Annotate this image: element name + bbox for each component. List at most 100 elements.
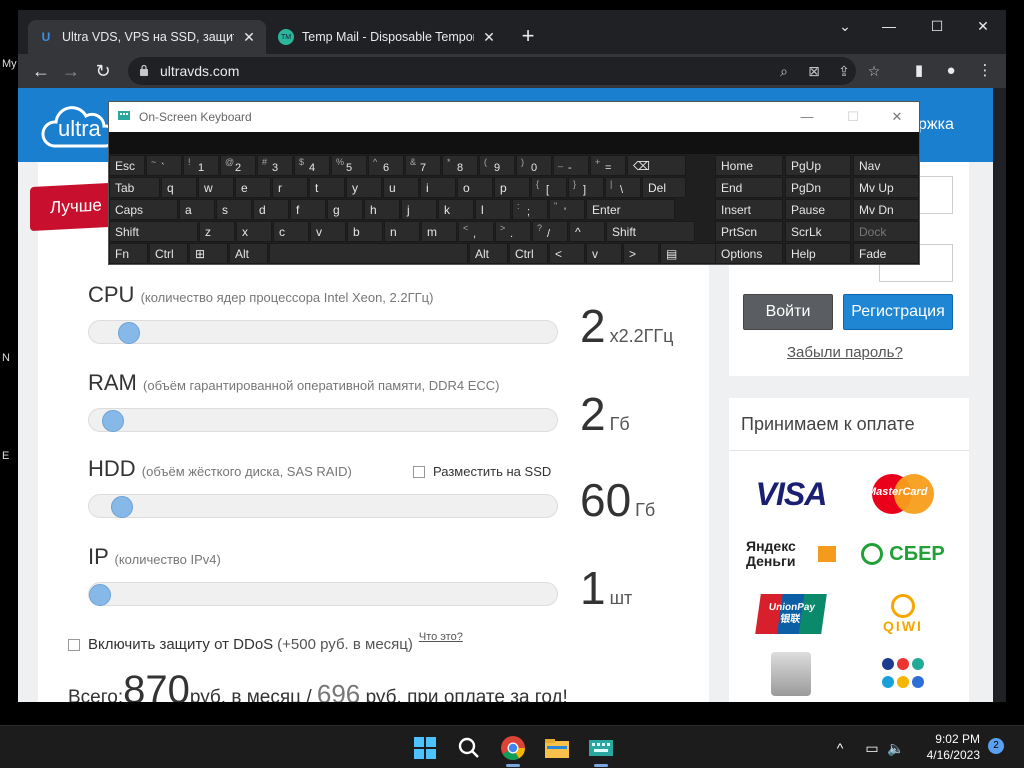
tab-search-chevron-icon[interactable]: ⌄: [830, 14, 860, 38]
back-arrow-icon[interactable]: ←: [28, 58, 54, 84]
osk-key-help[interactable]: Help: [785, 243, 851, 264]
chevron-up-icon[interactable]: ^: [830, 738, 850, 758]
osk-key-symbol[interactable]: | \: [605, 177, 641, 198]
osk-key-shift[interactable]: Shift: [606, 221, 695, 242]
osk-key-1[interactable]: ! 1: [183, 155, 219, 176]
osk-key-v[interactable]: v: [310, 221, 346, 242]
side-panel-icon[interactable]: ▮: [908, 60, 930, 82]
osk-key-symbol[interactable]: {[: [531, 177, 567, 198]
osk-key-v[interactable]: v: [586, 243, 622, 264]
osk-key-home[interactable]: Home: [715, 155, 783, 176]
desktop-icon-label[interactable]: N: [2, 352, 10, 364]
osk-key-pause[interactable]: Pause: [785, 199, 851, 220]
osk-key-scrlk[interactable]: ScrLk: [785, 221, 851, 242]
osk-key-j[interactable]: j: [401, 199, 437, 220]
maximize-icon[interactable]: ☐: [922, 14, 952, 38]
osk-key-ctrl[interactable]: Ctrl: [509, 243, 548, 264]
osk-key-k[interactable]: k: [438, 199, 474, 220]
desktop-icon-label[interactable]: E: [2, 450, 9, 462]
osk-key-r[interactable]: r: [272, 177, 308, 198]
osk-key-q[interactable]: q: [161, 177, 197, 198]
osk-key-shift[interactable]: Shift: [109, 221, 198, 242]
osk-key-symbol[interactable]: _ -: [553, 155, 589, 176]
osk-key-a[interactable]: a: [179, 199, 215, 220]
osk-key-symbol[interactable]: ? /: [532, 221, 568, 242]
desktop-icon-label[interactable]: My: [2, 58, 17, 70]
zoom-search-icon[interactable]: ⌕: [775, 62, 793, 80]
osk-titlebar[interactable]: On-Screen Keyboard — ☐ ✕: [109, 102, 919, 132]
forward-arrow-icon[interactable]: →: [58, 58, 84, 84]
osk-key-options[interactable]: Options: [715, 243, 783, 264]
ddos-checkbox[interactable]: [68, 638, 80, 651]
osk-key-6[interactable]: ^ 6: [368, 155, 404, 176]
osk-key-fade[interactable]: Fade: [853, 243, 919, 264]
translate-icon[interactable]: ⊠: [805, 62, 823, 80]
close-icon[interactable]: ✕: [482, 29, 496, 46]
osk-key-x[interactable]: x: [236, 221, 272, 242]
osk-key-s[interactable]: s: [216, 199, 252, 220]
file-explorer-icon[interactable]: [541, 732, 573, 764]
osk-key-insert[interactable]: Insert: [715, 199, 783, 220]
ip-slider[interactable]: [88, 582, 558, 606]
osk-key-pgdn[interactable]: PgDn: [785, 177, 851, 198]
search-icon[interactable]: [453, 732, 485, 764]
osk-key-prtscn[interactable]: PrtScn: [715, 221, 783, 242]
ddos-info-link[interactable]: Что это?: [419, 631, 463, 643]
share-icon[interactable]: ⇪: [835, 62, 853, 80]
osk-key-symbol[interactable]: [269, 243, 468, 264]
notification-badge[interactable]: 2: [988, 738, 1004, 754]
osk-key-9[interactable]: (9: [479, 155, 515, 176]
ddos-option[interactable]: Включить защиту от DDoS (+500 руб. в мес…: [68, 631, 463, 653]
osk-key-symbol[interactable]: >: [623, 243, 659, 264]
osk-key-alt[interactable]: Alt: [469, 243, 508, 264]
slider-knob[interactable]: [118, 322, 140, 344]
osk-key-3[interactable]: #3: [257, 155, 293, 176]
login-button[interactable]: Войти: [743, 294, 833, 330]
osk-key-symbol[interactable]: ~ `: [146, 155, 182, 176]
slider-knob[interactable]: [89, 584, 111, 606]
ram-slider[interactable]: [88, 408, 558, 432]
window-close-icon[interactable]: ✕: [968, 14, 998, 38]
osk-key-z[interactable]: z: [199, 221, 235, 242]
cpu-slider[interactable]: [88, 320, 558, 344]
osk-maximize-icon[interactable]: ☐: [839, 106, 867, 128]
osk-key-5[interactable]: % 5: [331, 155, 367, 176]
osk-key-p[interactable]: p: [494, 177, 530, 198]
osk-key-del[interactable]: Del: [642, 177, 686, 198]
osk-key-symbol[interactable]: :;: [512, 199, 548, 220]
osk-key-8[interactable]: * 8: [442, 155, 478, 176]
new-tab-plus-icon[interactable]: +: [518, 24, 538, 48]
osk-minimize-icon[interactable]: —: [793, 106, 821, 128]
osk-key-h[interactable]: h: [364, 199, 400, 220]
address-bar[interactable]: ultravds.com ⌕ ⊠ ⇪ ☆: [128, 57, 880, 85]
osk-key-t[interactable]: t: [309, 177, 345, 198]
osk-key-fn[interactable]: Fn: [109, 243, 148, 264]
reload-icon[interactable]: ↻: [90, 58, 116, 84]
osk-key-0[interactable]: ) 0: [516, 155, 552, 176]
slider-knob[interactable]: [111, 496, 133, 518]
osk-key-nav[interactable]: Nav: [853, 155, 919, 176]
osk-key-mv-up[interactable]: Mv Up: [853, 177, 919, 198]
profile-icon[interactable]: ●: [940, 60, 962, 82]
forgot-password-link[interactable]: Забыли пароль?: [787, 344, 903, 361]
osk-key-o[interactable]: o: [457, 177, 493, 198]
osk-key-symbol[interactable]: <: [549, 243, 585, 264]
osk-key-pgup[interactable]: PgUp: [785, 155, 851, 176]
osk-key-l[interactable]: l: [475, 199, 511, 220]
volume-icon[interactable]: 🔈: [886, 738, 906, 758]
osk-key-symbol[interactable]: <,: [458, 221, 494, 242]
checkbox-box[interactable]: [413, 465, 425, 478]
windows-start-icon[interactable]: [409, 732, 441, 764]
osk-key-ctrl[interactable]: Ctrl: [149, 243, 188, 264]
osk-key-m[interactable]: m: [421, 221, 457, 242]
bookmark-star-icon[interactable]: ☆: [865, 62, 883, 80]
network-icon[interactable]: ▭: [862, 738, 882, 758]
osk-key-tab[interactable]: Tab: [109, 177, 160, 198]
close-icon[interactable]: ✕: [242, 29, 256, 46]
slider-knob[interactable]: [102, 410, 124, 432]
minimize-icon[interactable]: —: [874, 14, 904, 38]
tab-ultravds[interactable]: U Ultra VDS, VPS на SSD, защита о ✕: [28, 20, 266, 54]
osk-taskbar-icon[interactable]: [585, 732, 617, 764]
osk-key-b[interactable]: b: [347, 221, 383, 242]
ssd-checkbox[interactable]: Разместить на SSD: [413, 464, 551, 479]
